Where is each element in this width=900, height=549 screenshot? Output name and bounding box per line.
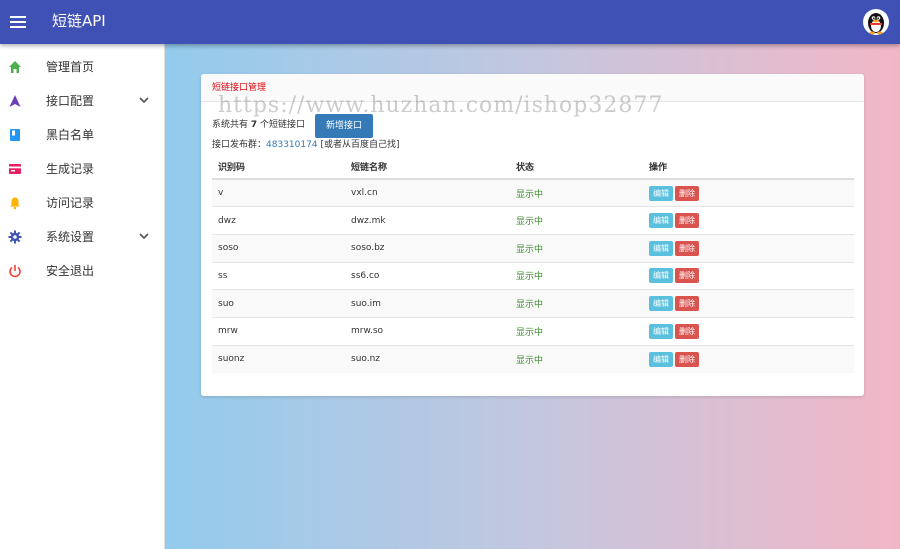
column-header-name: 短链名称 (345, 154, 510, 180)
edit-button[interactable]: 编辑 (649, 351, 673, 367)
cell-name: vxl.cn (345, 178, 510, 207)
main-content: 短链接口管理 系统共有 7 个短链接口 新增接口 接口发布群：483310174… (165, 44, 900, 549)
table-header-row: 识别码 短链名称 状态 操作 (212, 154, 854, 180)
cell-actions: 编辑 删除 (643, 289, 854, 318)
book-icon (10, 129, 20, 141)
cell-code: mrw (212, 316, 345, 346)
cell-code: soso (212, 233, 345, 263)
table-row: mrw mrw.so 显示中 编辑 删除 (212, 316, 854, 346)
top-app-bar: 短链API (0, 0, 900, 44)
cell-actions: 编辑 删除 (643, 233, 854, 263)
cell-status: 显示中 (510, 206, 643, 235)
edit-button[interactable]: 编辑 (649, 213, 673, 229)
cell-status: 显示中 (510, 233, 643, 263)
edit-button[interactable]: 编辑 (649, 240, 673, 256)
group-prefix: 接口发布群： (212, 140, 267, 150)
summary-text: 系统共有 7 个短链接口 (212, 120, 305, 131)
card-icon (9, 164, 21, 174)
sidebar-item-label: 系统设置 (46, 230, 95, 244)
sidebar-item-label: 访问记录 (46, 196, 95, 210)
sidebar-item-label: 管理首页 (46, 60, 95, 74)
sidebar-item-label: 生成记录 (46, 162, 95, 176)
cell-actions: 编辑 删除 (643, 261, 854, 290)
cell-name: suo.im (345, 289, 510, 318)
summary-prefix: 系统共有 (212, 120, 249, 130)
qq-penguin-icon (868, 13, 884, 35)
home-icon (9, 61, 21, 73)
cell-code: suonz (212, 344, 345, 373)
cell-name: dwz.mk (345, 206, 510, 235)
watermark-text: https://www.huzhan.com/ishop32877 (218, 93, 664, 118)
delete-button[interactable]: 删除 (675, 323, 699, 339)
cell-code: suo (212, 289, 345, 318)
delete-button[interactable]: 删除 (675, 351, 699, 367)
edit-button[interactable]: 编辑 (649, 185, 673, 201)
cell-status: 显示中 (510, 178, 643, 207)
edit-button[interactable]: 编辑 (649, 323, 673, 339)
delete-button[interactable]: 删除 (675, 268, 699, 284)
cell-name: soso.bz (345, 233, 510, 263)
sidebar-item-blacklist[interactable]: 黑白名单 (0, 118, 164, 152)
table-row: v vxl.cn 显示中 编辑 删除 (212, 178, 854, 207)
chevron-down-icon (139, 97, 149, 104)
cell-status: 显示中 (510, 289, 643, 318)
cell-status: 显示中 (510, 344, 643, 373)
sidebar-item-label: 安全退出 (46, 264, 95, 278)
cell-name: mrw.so (345, 316, 510, 346)
table-row: suo suo.im 显示中 编辑 删除 (212, 289, 854, 318)
triangle-icon (9, 95, 21, 107)
cell-status: 显示中 (510, 261, 643, 290)
cell-status: 显示中 (510, 316, 643, 346)
cell-actions: 编辑 删除 (643, 178, 854, 207)
edit-button[interactable]: 编辑 (649, 268, 673, 284)
cell-actions: 编辑 删除 (643, 344, 854, 373)
avatar[interactable] (863, 9, 889, 35)
sidebar-item-api-config[interactable]: 接口配置 (0, 84, 164, 118)
sidebar: 管理首页 接口配置 黑白名单 生成记录 访问记录 系统设置 安全退出 (0, 44, 165, 549)
cell-name: ss6.co (345, 261, 510, 290)
group-suffix: [或者从百度自己找] (320, 140, 400, 150)
sidebar-item-settings[interactable]: 系统设置 (0, 220, 164, 254)
gear-icon (8, 230, 22, 244)
delete-button[interactable]: 删除 (675, 240, 699, 256)
cell-code: dwz (212, 206, 345, 235)
api-table: 识别码 短链名称 状态 操作 v vxl.cn 显示中 编辑 删除 dwz dw… (212, 154, 854, 373)
table-row: soso soso.bz 显示中 编辑 删除 (212, 233, 854, 263)
table-row: dwz dwz.mk 显示中 编辑 删除 (212, 206, 854, 235)
group-number-link[interactable]: 483310174 (266, 140, 318, 150)
power-icon (9, 265, 21, 278)
cell-code: v (212, 178, 345, 207)
delete-button[interactable]: 删除 (675, 213, 699, 229)
column-header-actions: 操作 (643, 154, 854, 180)
sidebar-item-generation-log[interactable]: 生成记录 (0, 152, 164, 186)
edit-button[interactable]: 编辑 (649, 296, 673, 312)
app-title: 短链API (52, 12, 106, 30)
sidebar-item-label: 接口配置 (46, 94, 95, 108)
table-row: ss ss6.co 显示中 编辑 删除 (212, 261, 854, 290)
api-count: 7 (250, 120, 258, 130)
cell-code: ss (212, 261, 345, 290)
sidebar-item-label: 黑白名单 (46, 128, 95, 142)
delete-button[interactable]: 删除 (675, 185, 699, 201)
sidebar-item-home[interactable]: 管理首页 (0, 50, 164, 84)
chevron-down-icon (139, 233, 149, 240)
cell-actions: 编辑 删除 (643, 206, 854, 235)
menu-icon[interactable] (10, 13, 26, 31)
sidebar-item-logout[interactable]: 安全退出 (0, 254, 164, 288)
column-header-code: 识别码 (212, 154, 345, 180)
cell-name: suo.nz (345, 344, 510, 373)
bell-icon (10, 197, 20, 210)
publish-group-line: 接口发布群：483310174 [或者从百度自己找] (212, 140, 399, 151)
table-row: suonz suo.nz 显示中 编辑 删除 (212, 344, 854, 373)
delete-button[interactable]: 删除 (675, 296, 699, 312)
sidebar-item-access-log[interactable]: 访问记录 (0, 186, 164, 220)
summary-suffix: 个短链接口 (260, 120, 306, 130)
column-header-status: 状态 (510, 154, 643, 180)
api-management-panel: 短链接口管理 系统共有 7 个短链接口 新增接口 接口发布群：483310174… (201, 74, 864, 396)
cell-actions: 编辑 删除 (643, 316, 854, 346)
